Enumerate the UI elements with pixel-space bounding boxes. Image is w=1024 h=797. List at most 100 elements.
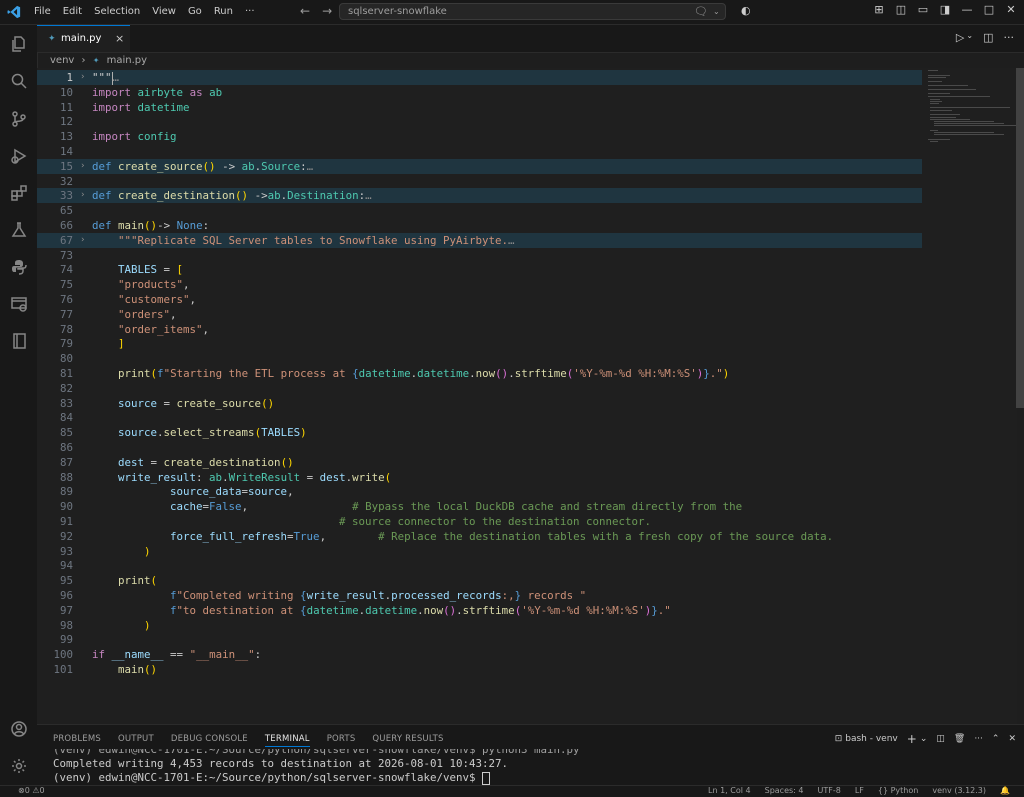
forward-arrow-icon[interactable]: →	[322, 4, 332, 18]
code-line[interactable]: 94	[37, 558, 922, 573]
code-line[interactable]: 10 import airbyte as ab	[37, 85, 922, 100]
editor-scrollbar[interactable]	[1016, 68, 1024, 408]
code-line[interactable]: 96 f"Completed writing {write_result.pro…	[37, 588, 922, 603]
cursor-position[interactable]: Ln 1, Col 4	[708, 786, 751, 795]
copilot-icon[interactable]: ◐	[741, 4, 751, 17]
maximize-icon[interactable]: □	[982, 3, 996, 16]
code-line[interactable]: 66 def main()-> None:	[37, 218, 922, 233]
terminal-dropdown-icon[interactable]: ⌄	[920, 734, 928, 744]
run-dropdown-icon[interactable]: ⌄	[966, 31, 973, 44]
settings-gear-icon[interactable]	[9, 756, 29, 776]
code-line[interactable]: 100 if __name__ == "__main__":	[37, 647, 922, 662]
tab-terminal[interactable]: TERMINAL	[264, 734, 310, 747]
menu-run[interactable]: Run	[214, 6, 233, 17]
code-line[interactable]: 75 "products",	[37, 277, 922, 292]
copilot-chat-icon[interactable]: 🗨	[694, 5, 708, 18]
search-icon[interactable]	[9, 71, 29, 91]
code-line[interactable]: 1 › """…	[37, 70, 922, 85]
code-line[interactable]: 88 write_result: ab.WriteResult = dest.w…	[37, 470, 922, 485]
code-line[interactable]: 11 import datetime	[37, 100, 922, 115]
code-line[interactable]: 97 f"to destination at {datetime.datetim…	[37, 603, 922, 618]
language-mode[interactable]: {} Python	[878, 786, 918, 795]
tab-debug-console[interactable]: DEBUG CONSOLE	[171, 734, 248, 747]
toggle-secondary-sidebar-icon[interactable]: ◨	[938, 3, 952, 16]
code-line[interactable]: 83 source = create_source()	[37, 396, 922, 411]
fold-chevron-icon[interactable]: ›	[80, 188, 85, 203]
code-line[interactable]: 95 print(	[37, 573, 922, 588]
code-line[interactable]: 89 source_data=source,	[37, 484, 922, 499]
customize-layout-icon[interactable]: ⊞	[872, 3, 886, 16]
code-line[interactable]: 74 TABLES = [	[37, 262, 922, 277]
breadcrumb-venv[interactable]: venv	[50, 55, 74, 66]
line-endings[interactable]: LF	[855, 786, 864, 795]
code-line[interactable]: 101 main()	[37, 662, 922, 677]
code-line[interactable]: 91 # source connector to the destination…	[37, 514, 922, 529]
menu-selection[interactable]: Selection	[94, 6, 140, 17]
account-icon[interactable]	[9, 719, 29, 739]
fold-chevron-icon[interactable]: ›	[80, 159, 85, 174]
tab-ports[interactable]: PORTS	[327, 734, 356, 747]
tab-main-py[interactable]: ✦ main.py ×	[37, 25, 130, 52]
minimap[interactable]	[922, 68, 1016, 158]
minimize-icon[interactable]: —	[960, 3, 974, 16]
maximize-panel-icon[interactable]: ⌃	[992, 734, 1000, 744]
extensions-icon[interactable]	[9, 183, 29, 203]
tab-query-results[interactable]: QUERY RESULTS	[372, 734, 443, 747]
terminal-prompt-line[interactable]: (venv) edwin@NCC-1701-E:~/Source/python/…	[53, 771, 491, 785]
remote-explorer-icon[interactable]	[9, 294, 29, 314]
testing-flask-icon[interactable]	[9, 220, 29, 240]
close-tab-icon[interactable]: ×	[115, 32, 124, 45]
shell-label[interactable]: bash - venv	[845, 734, 897, 744]
problems-status[interactable]: ⊗0 ⚠0	[18, 786, 45, 795]
code-line[interactable]: 81 print(f"Starting the ETL process at {…	[37, 366, 922, 381]
more-actions-icon[interactable]: ···	[1004, 31, 1015, 44]
code-line[interactable]: 85 source.select_streams(TABLES)	[37, 425, 922, 440]
code-line[interactable]: 65	[37, 203, 922, 218]
code-line[interactable]: 92 force_full_refresh=True, # Replace th…	[37, 529, 922, 544]
chevron-down-icon[interactable]: ⌄	[713, 7, 720, 16]
code-line[interactable]: 13 import config	[37, 129, 922, 144]
notifications-bell-icon[interactable]: 🔔	[1000, 786, 1010, 795]
close-panel-icon[interactable]: ✕	[1008, 734, 1016, 744]
code-line[interactable]: 98 )	[37, 618, 922, 633]
menu-view[interactable]: View	[152, 6, 176, 17]
code-line[interactable]: 12	[37, 114, 922, 129]
menu-more[interactable]: ···	[245, 6, 255, 17]
code-line[interactable]: 84	[37, 410, 922, 425]
tab-problems[interactable]: PROBLEMS	[53, 734, 101, 747]
code-line[interactable]: 99	[37, 632, 922, 647]
close-window-icon[interactable]: ✕	[1004, 3, 1018, 16]
code-line[interactable]: 90 cache=False, # Bypass the local DuckD…	[37, 499, 922, 514]
code-line[interactable]: 14	[37, 144, 922, 159]
code-line[interactable]: 67 › """Replicate SQL Server tables to Sn…	[37, 232, 922, 248]
breadcrumb-main-py[interactable]: main.py	[107, 55, 147, 66]
command-center-search[interactable]: sqlserver-snowflake 🗨 ⌄	[339, 3, 726, 20]
python-icon[interactable]	[9, 257, 29, 277]
encoding[interactable]: UTF-8	[817, 786, 840, 795]
code-line[interactable]: 78 "order_items",	[37, 322, 922, 337]
code-line[interactable]: 87 dest = create_destination()	[37, 455, 922, 470]
indentation[interactable]: Spaces: 4	[765, 786, 804, 795]
code-line[interactable]: 77 "orders",	[37, 307, 922, 322]
python-interpreter[interactable]: venv (3.12.3)	[932, 786, 986, 795]
menu-file[interactable]: File	[34, 6, 51, 17]
more-actions-icon[interactable]: ···	[974, 734, 983, 744]
code-line[interactable]: 32	[37, 174, 922, 189]
code-line[interactable]: 15 › def create_source() -> ab.Source:…	[37, 158, 922, 174]
code-editor[interactable]: 1 › """… 10 import airbyte as ab 11 import dat…	[37, 68, 1017, 724]
code-line[interactable]: 80	[37, 351, 922, 366]
back-arrow-icon[interactable]: ←	[300, 4, 310, 18]
menu-go[interactable]: Go	[188, 6, 202, 17]
tab-output[interactable]: OUTPUT	[118, 734, 154, 747]
code-line[interactable]: 86	[37, 440, 922, 455]
toggle-sidebar-icon[interactable]: ◫	[894, 3, 908, 16]
explorer-icon[interactable]	[9, 34, 29, 54]
toggle-panel-icon[interactable]: ▭	[916, 3, 930, 16]
menu-edit[interactable]: Edit	[63, 6, 82, 17]
notebook-icon[interactable]	[9, 331, 29, 351]
split-editor-icon[interactable]: ◫	[983, 31, 993, 44]
new-terminal-icon[interactable]: +	[907, 732, 917, 746]
code-line[interactable]: 33 › def create_destination() ->ab.Destina…	[37, 188, 922, 204]
code-line[interactable]: 79 ]	[37, 336, 922, 351]
fold-chevron-icon[interactable]: ›	[80, 233, 85, 248]
